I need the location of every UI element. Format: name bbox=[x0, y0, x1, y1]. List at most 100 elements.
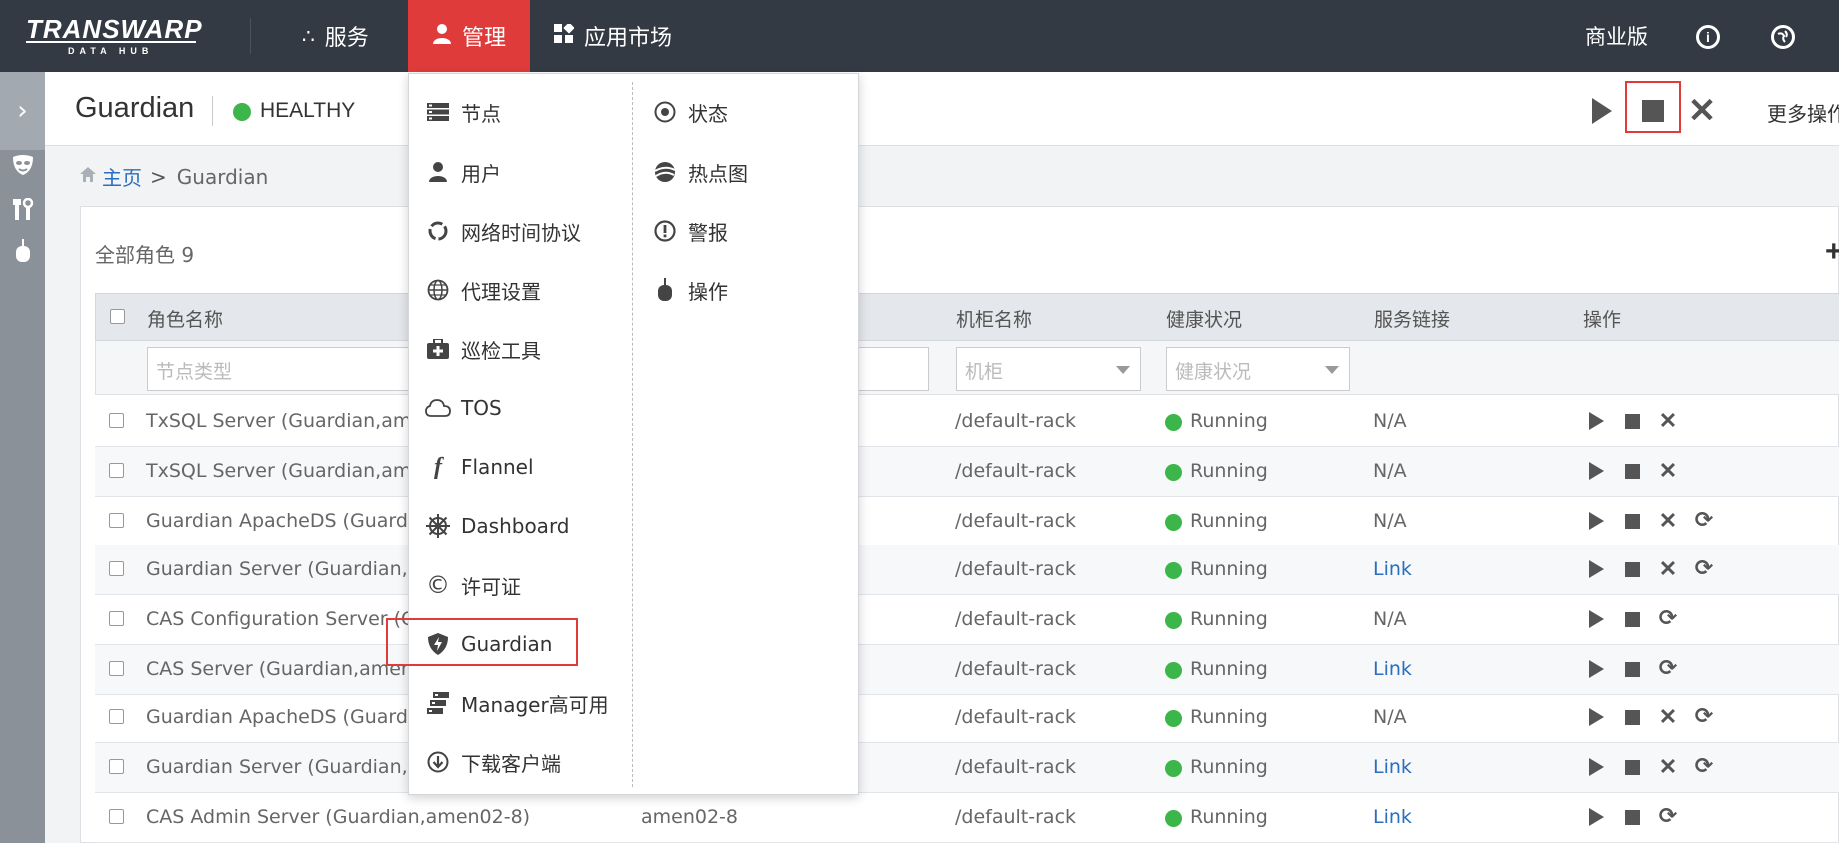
restart-role-button[interactable]: ⟳ bbox=[1693, 705, 1715, 729]
health-status-cell: Running bbox=[1190, 608, 1268, 630]
menu-item-label: 代理设置 bbox=[461, 279, 541, 304]
start-role-button[interactable] bbox=[1585, 607, 1607, 631]
service-link[interactable]: Link bbox=[1373, 658, 1412, 680]
menu-item-nodes[interactable]: 节点 bbox=[425, 92, 501, 132]
menu-item-label: TOS bbox=[461, 396, 502, 420]
restart-role-button[interactable]: ⟳ bbox=[1693, 557, 1715, 581]
stop-role-button[interactable] bbox=[1621, 509, 1643, 533]
delete-role-button[interactable]: ✕ bbox=[1657, 459, 1679, 483]
health-status-cell: Running bbox=[1190, 558, 1268, 580]
stop-role-button[interactable] bbox=[1621, 557, 1643, 581]
stop-role-button[interactable] bbox=[1621, 657, 1643, 681]
sidebar-expand-toggle[interactable]: › bbox=[0, 72, 45, 150]
restart-role-button[interactable]: ⟳ bbox=[1657, 657, 1679, 681]
health-filter-select[interactable]: 健康状况 bbox=[1166, 347, 1350, 391]
menu-item-status[interactable]: 状态 bbox=[652, 92, 728, 132]
more-operations-button[interactable]: 更多操作 bbox=[1767, 98, 1839, 127]
column-header-health[interactable]: 健康状况 bbox=[1166, 305, 1242, 332]
running-status-dot bbox=[1165, 612, 1182, 629]
restart-role-button[interactable]: ⟳ bbox=[1657, 607, 1679, 631]
start-role-button[interactable] bbox=[1585, 409, 1607, 433]
restart-role-button[interactable]: ⟳ bbox=[1693, 755, 1715, 779]
menu-item-alerts[interactable]: 警报 bbox=[652, 211, 728, 251]
delete-role-button[interactable]: ✕ bbox=[1657, 705, 1679, 729]
row-checkbox[interactable] bbox=[109, 611, 124, 626]
menu-item-flannel[interactable]: f Flannel bbox=[425, 447, 534, 487]
row-checkbox[interactable] bbox=[109, 561, 124, 576]
menu-item-label: 用户 bbox=[461, 161, 501, 186]
menu-item-heatmap[interactable]: 热点图 bbox=[652, 152, 748, 192]
row-checkbox[interactable] bbox=[109, 759, 124, 774]
menu-item-download-client[interactable]: 下载客户端 bbox=[425, 742, 561, 782]
row-checkbox[interactable] bbox=[109, 709, 124, 724]
breadcrumb-home-link[interactable]: 主页 bbox=[102, 162, 142, 191]
info-icon[interactable]: i bbox=[1696, 25, 1720, 49]
column-header-rack-name[interactable]: 机柜名称 bbox=[956, 305, 1032, 332]
service-link[interactable]: Link bbox=[1373, 558, 1412, 580]
delete-role-button[interactable]: ✕ bbox=[1657, 509, 1679, 533]
stop-role-button[interactable] bbox=[1621, 705, 1643, 729]
restart-role-button[interactable]: ⟳ bbox=[1693, 509, 1715, 533]
row-checkbox[interactable] bbox=[109, 809, 124, 824]
stop-role-button[interactable] bbox=[1621, 755, 1643, 779]
service-link-na: N/A bbox=[1373, 410, 1407, 432]
rack-filter-placeholder: 机柜 bbox=[965, 361, 1004, 383]
mask-icon[interactable] bbox=[10, 152, 36, 178]
rack-cell: /default-rack bbox=[955, 806, 1077, 828]
nav-item-app-market[interactable]: 应用市场 bbox=[530, 0, 696, 72]
start-role-button[interactable] bbox=[1585, 509, 1607, 533]
start-role-button[interactable] bbox=[1585, 805, 1607, 829]
delete-role-button[interactable]: ✕ bbox=[1657, 557, 1679, 581]
start-role-button[interactable] bbox=[1585, 755, 1607, 779]
stop-role-button[interactable] bbox=[1621, 459, 1643, 483]
delete-service-button[interactable]: ✕ bbox=[1685, 94, 1719, 128]
row-checkbox[interactable] bbox=[109, 661, 124, 676]
restart-role-button[interactable]: ⟳ bbox=[1657, 805, 1679, 829]
transwarp-logo[interactable]: TRANSWARP DATA HUB bbox=[26, 15, 206, 57]
select-all-checkbox[interactable] bbox=[110, 309, 125, 324]
stop-role-button[interactable] bbox=[1621, 607, 1643, 631]
rack-cell: /default-rack bbox=[955, 756, 1077, 778]
highlight-box-guardian bbox=[386, 618, 578, 666]
menu-item-manager-ha[interactable]: Manager高可用 bbox=[425, 683, 609, 723]
rack-filter-select[interactable]: 机柜 bbox=[956, 347, 1141, 391]
menu-item-operations[interactable]: 操作 bbox=[652, 270, 728, 310]
column-header-role-name[interactable]: 角色名称 bbox=[147, 305, 223, 332]
menu-item-proxy-settings[interactable]: 代理设置 bbox=[425, 270, 541, 310]
menu-item-label: 网络时间协议 bbox=[461, 220, 581, 245]
tools-icon[interactable] bbox=[10, 196, 36, 222]
nav-item-services[interactable]: ∴ 服务 bbox=[278, 0, 393, 72]
refresh-icon: ⟳ bbox=[1694, 556, 1714, 581]
menu-item-inspection-tool[interactable]: 巡检工具 bbox=[425, 329, 541, 369]
menu-item-label: 警报 bbox=[688, 220, 728, 245]
menu-item-ntp[interactable]: 网络时间协议 bbox=[425, 211, 581, 251]
start-service-button[interactable] bbox=[1585, 94, 1619, 128]
menu-item-license[interactable]: © 许可证 bbox=[425, 565, 521, 605]
refresh-icon: ⟳ bbox=[1658, 804, 1678, 829]
service-link[interactable]: Link bbox=[1373, 756, 1412, 778]
add-role-icon[interactable]: + bbox=[1825, 235, 1839, 269]
start-role-button[interactable] bbox=[1585, 705, 1607, 729]
mouse-icon[interactable] bbox=[10, 238, 36, 264]
stop-role-button[interactable] bbox=[1621, 409, 1643, 433]
stop-icon bbox=[1624, 709, 1640, 725]
start-role-button[interactable] bbox=[1585, 557, 1607, 581]
service-link[interactable]: Link bbox=[1373, 806, 1412, 828]
play-icon bbox=[1588, 560, 1604, 578]
row-checkbox[interactable] bbox=[109, 413, 124, 428]
globe-icon[interactable] bbox=[1771, 25, 1795, 49]
menu-item-dashboard[interactable]: Dashboard bbox=[425, 506, 570, 546]
row-checkbox[interactable] bbox=[109, 463, 124, 478]
start-role-button[interactable] bbox=[1585, 657, 1607, 681]
nav-item-management[interactable]: 管理 bbox=[408, 0, 530, 72]
menu-item-users[interactable]: 用户 bbox=[425, 152, 501, 192]
start-role-button[interactable] bbox=[1585, 459, 1607, 483]
menu-item-tos[interactable]: TOS bbox=[425, 388, 502, 428]
edition-label[interactable]: 商业版 bbox=[1585, 0, 1648, 72]
stop-role-button[interactable] bbox=[1621, 805, 1643, 829]
breadcrumb-current: Guardian bbox=[176, 164, 269, 189]
refresh-icon: ⟳ bbox=[1694, 508, 1714, 533]
row-checkbox[interactable] bbox=[109, 513, 124, 528]
delete-role-button[interactable]: ✕ bbox=[1657, 409, 1679, 433]
delete-role-button[interactable]: ✕ bbox=[1657, 755, 1679, 779]
